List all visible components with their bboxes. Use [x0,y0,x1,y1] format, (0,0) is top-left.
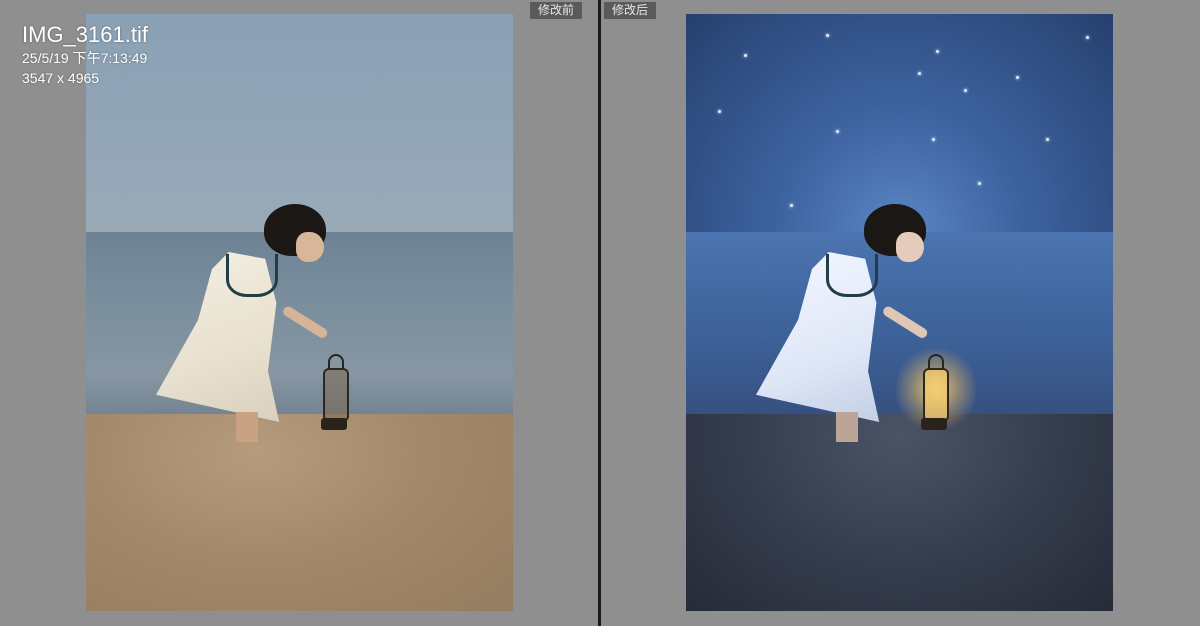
lantern-base [921,418,947,430]
star [964,89,967,92]
legs [836,412,858,442]
before-photo[interactable] [86,14,513,611]
star [936,50,939,53]
star [836,130,839,133]
before-label: 修改前 [530,2,583,19]
collar [826,254,878,297]
star [1086,36,1089,39]
star [918,72,921,75]
star [826,34,829,37]
child-figure [156,204,346,442]
star [1046,138,1049,141]
star [1016,76,1019,79]
photo-info-overlay: IMG_3161.tif 25/5/19 下午7:13:49 3547 x 49… [22,22,148,88]
after-pane[interactable]: 修改后 [601,0,1200,626]
before-sky [86,14,513,232]
after-photo[interactable] [686,14,1113,611]
compare-view: IMG_3161.tif 25/5/19 下午7:13:49 3547 x 49… [0,0,1200,626]
after-label: 修改后 [604,2,657,19]
after-sky [686,14,1113,234]
lantern [319,354,349,432]
collar [226,254,278,297]
star [932,138,935,141]
legs [236,412,258,442]
face [896,232,924,262]
lantern-body [323,368,349,422]
arm [281,304,330,340]
after-sand [686,414,1113,611]
face [296,232,324,262]
star [744,54,747,57]
lantern-body [923,368,949,422]
star [978,182,981,185]
photo-datetime: 25/5/19 下午7:13:49 [22,50,148,66]
lantern-base [321,418,347,430]
lantern [919,354,949,432]
before-pane[interactable]: IMG_3161.tif 25/5/19 下午7:13:49 3547 x 49… [0,0,598,626]
photo-dimensions: 3547 x 4965 [22,70,100,86]
before-sand [86,414,513,611]
photo-filename: IMG_3161.tif [22,22,148,47]
child-figure [756,204,946,442]
arm [881,304,930,340]
star [718,110,721,113]
